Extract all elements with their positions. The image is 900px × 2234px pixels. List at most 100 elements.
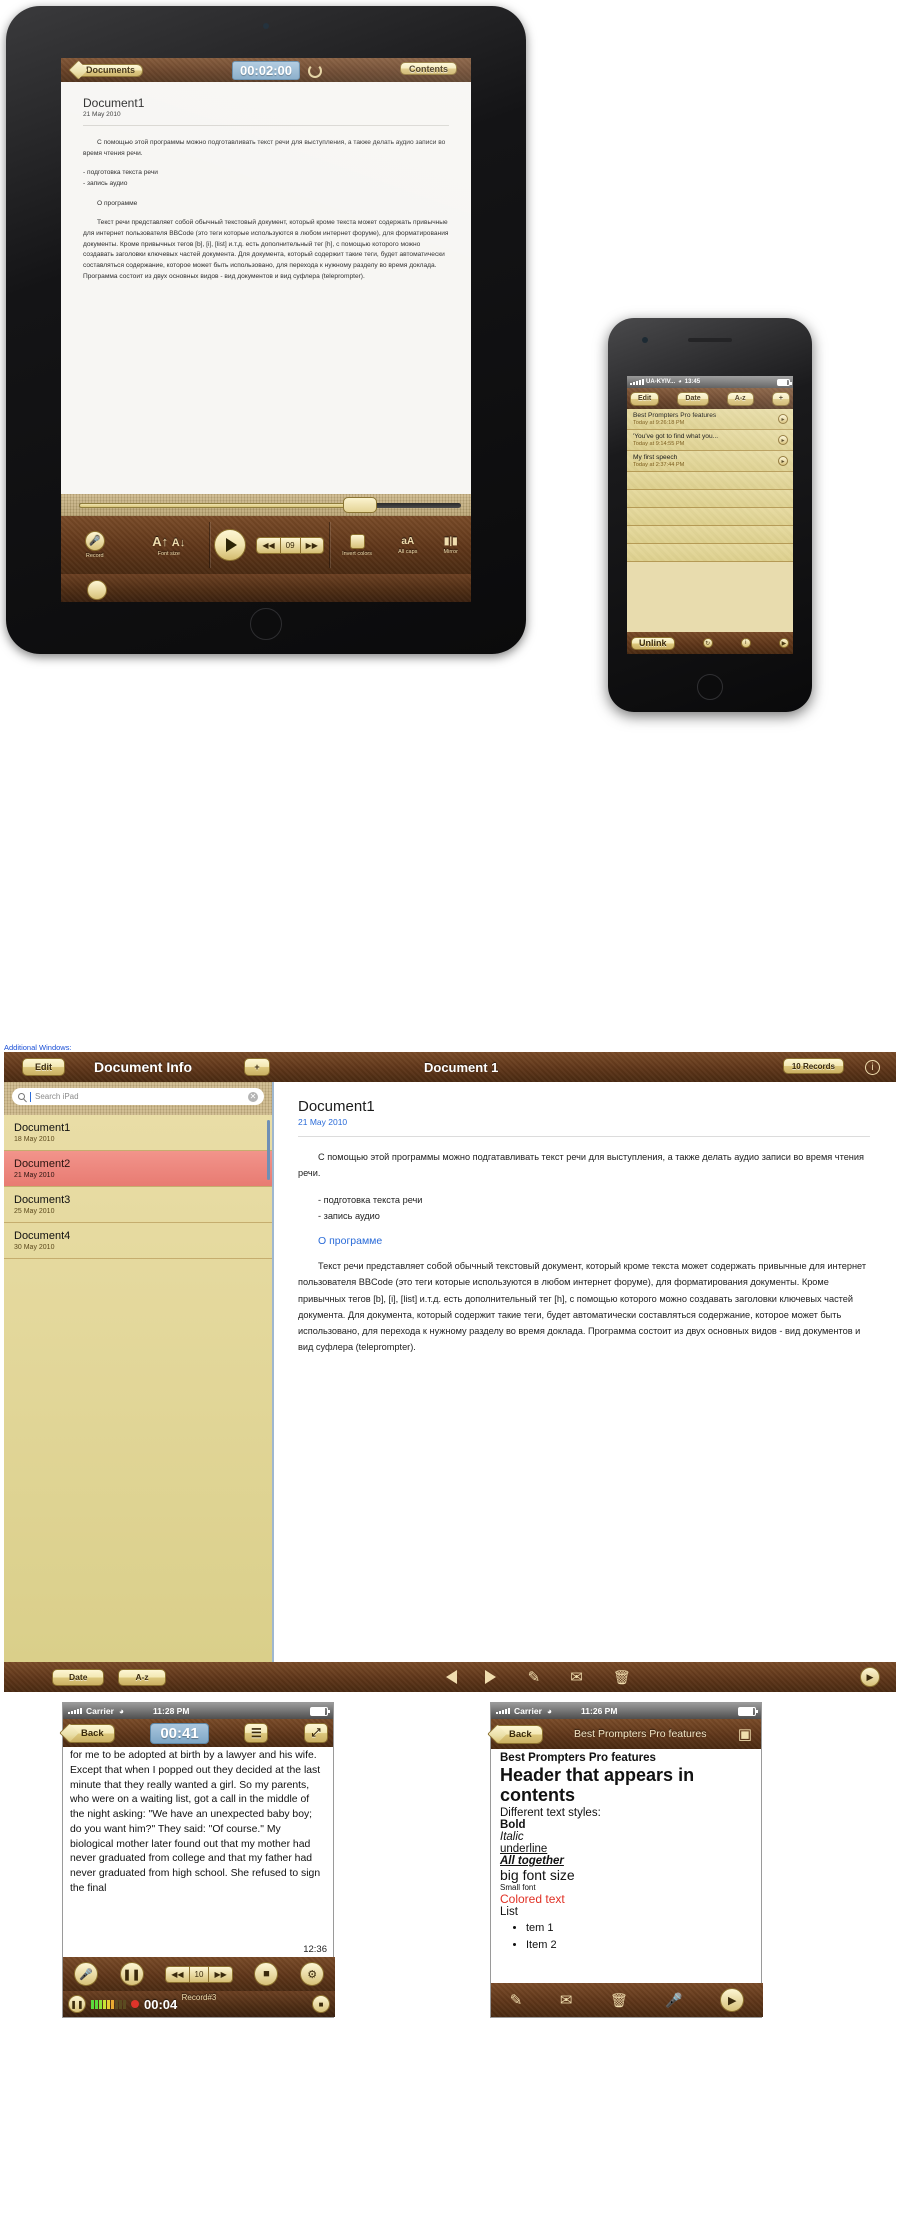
forward-arrow-icon[interactable]: ▶ <box>778 638 789 648</box>
document-paragraph-2: - подготовка текста речи - запись аудио <box>318 1195 423 1222</box>
add-button[interactable]: + <box>771 391 790 406</box>
teleprompter-icon[interactable]: ▣ <box>738 1725 752 1743</box>
play-button[interactable] <box>214 529 247 561</box>
chevron-right-icon[interactable]: ▸ <box>778 414 788 424</box>
contents-button[interactable]: Contents <box>400 62 457 75</box>
forward-icon[interactable]: ▶▶ <box>300 537 323 553</box>
clear-icon[interactable]: ✕ <box>248 1091 258 1102</box>
records-badge[interactable]: 10 Records <box>782 1058 844 1074</box>
list-item[interactable]: 'You've got to find what you... Today at… <box>627 430 793 451</box>
sort-date-button[interactable]: Date <box>677 391 709 406</box>
bold-sample: Bold <box>500 1819 526 1832</box>
microphone-icon[interactable]: 🎤 <box>665 1992 682 2009</box>
document-heading: О программе <box>318 1235 383 1248</box>
slider-knob[interactable] <box>343 497 377 513</box>
gear-icon[interactable]: ⚙ <box>300 1962 325 1986</box>
documents-back-button[interactable]: Documents <box>77 63 144 77</box>
list-icon[interactable]: ☰ <box>244 1723 269 1743</box>
list-item[interactable]: Document4 30 May 2010 <box>4 1223 272 1259</box>
fullscreen-icon[interactable]: ⤢ <box>303 1723 328 1743</box>
info-icon[interactable]: i <box>865 1060 880 1075</box>
stop-icon[interactable]: ■ <box>254 1962 279 1986</box>
footer-date-button[interactable]: Date <box>52 1668 105 1686</box>
list-empty-row <box>627 526 793 544</box>
list-item[interactable]: Document1 18 May 2010 <box>4 1115 272 1151</box>
speed-value: 10 <box>189 1966 210 1982</box>
speed-stepper[interactable]: ◀◀ 09 ▶▶ <box>256 536 324 554</box>
list-item[interactable]: Document3 25 May 2010 <box>4 1187 272 1223</box>
list-item[interactable]: Best Prompters Pro features Today at 9:2… <box>627 409 793 430</box>
documents-back-label: Documents <box>86 65 136 75</box>
edit-pencil-icon[interactable]: ✎ <box>510 1991 523 2009</box>
list-item-selected[interactable]: Document2 21 May 2010 <box>4 1151 272 1187</box>
forward-icon[interactable]: ▶▶ <box>209 1966 232 1982</box>
carrier-label: UA-KYIV... <box>646 379 676 385</box>
font-size-control[interactable]: A↑ A↓ Font size <box>152 534 185 557</box>
iphone-home-button[interactable] <box>697 674 723 700</box>
footer-date-label: Date <box>69 1672 88 1682</box>
record-button[interactable]: 🎤 Record <box>84 531 105 559</box>
list-item[interactable]: My first speech Today at 2:37:44 PM ▸ <box>627 451 793 472</box>
mirror-button[interactable]: ▮|▮ Mirror <box>444 536 458 555</box>
search-input[interactable]: Search iPad ✕ <box>12 1088 264 1105</box>
signal-icon <box>630 379 644 385</box>
docwin-sidebar: Search iPad ✕ Document1 18 May 2010 Docu… <box>4 1082 272 1662</box>
chevron-right-icon[interactable]: ▸ <box>778 456 788 466</box>
docwin-add-button[interactable]: + <box>244 1058 270 1076</box>
timer-display[interactable]: 00:41 <box>150 1722 209 1744</box>
edit-button[interactable]: Edit <box>630 391 660 406</box>
unlink-button[interactable]: Unlink <box>631 636 675 650</box>
list-empty-row <box>627 508 793 526</box>
clock-label: 12:36 <box>303 1944 327 1955</box>
ipad-home-button[interactable] <box>250 608 282 640</box>
trash-icon[interactable]: 🗑 <box>610 1992 628 2009</box>
rewind-icon[interactable]: ◀◀ <box>257 537 281 553</box>
previous-arrow-icon[interactable] <box>445 1670 457 1684</box>
docwin-center-title: Document 1 <box>424 1059 499 1075</box>
docwin-edit-button[interactable]: Edit <box>22 1058 65 1076</box>
iphone-navbar: Edit Date A-z + <box>627 388 793 409</box>
phone-right-screenshot: Carrier ◕ 11:26 PM Back Best Prompters P… <box>490 1702 763 2018</box>
play-circle-icon[interactable]: ▶ <box>860 1667 880 1687</box>
sort-az-button[interactable]: A-z <box>726 391 754 406</box>
wifi-icon: ◕ <box>546 1706 553 1716</box>
info-icon[interactable]: i <box>740 638 751 648</box>
footer-az-button[interactable]: A-z <box>118 1668 166 1686</box>
edit-pencil-icon[interactable]: ✎ <box>528 1668 541 1686</box>
reload-icon[interactable] <box>308 64 322 78</box>
document-date: 21 May 2010 <box>298 1117 348 1127</box>
phone-right-footer: ✎ ✉ 🗑 🎤 ▶ <box>491 1983 763 2017</box>
list-item: Item 2 <box>526 1937 742 1954</box>
trash-icon[interactable]: 🗑 <box>613 1669 631 1686</box>
invert-colors-icon <box>349 533 365 549</box>
refresh-icon[interactable]: ↻ <box>702 638 713 648</box>
chevron-right-icon[interactable]: ▸ <box>778 435 788 445</box>
speed-stepper[interactable]: ◀◀ 10 ▶▶ <box>165 1965 233 1983</box>
record-dot-icon[interactable] <box>87 580 107 600</box>
microphone-icon: 🎤 <box>84 531 105 551</box>
all-caps-button[interactable]: aA All caps <box>398 536 417 555</box>
back-button[interactable]: Back <box>68 1723 115 1743</box>
ipad-timer[interactable]: 00:02:00 <box>231 61 301 80</box>
toolbar-group-playback: ◀◀ 09 ▶▶ <box>209 516 329 574</box>
scrollbar[interactable] <box>267 1120 270 1180</box>
back-label: Back <box>81 1727 104 1739</box>
next-arrow-icon[interactable] <box>484 1670 496 1684</box>
back-label: Back <box>509 1728 532 1740</box>
microphone-icon[interactable]: 🎤 <box>73 1962 98 1986</box>
back-button[interactable]: Back <box>496 1724 543 1744</box>
search-placeholder: Search iPad <box>35 1092 79 1101</box>
invert-colors-button[interactable]: Invert colors <box>342 533 372 557</box>
font-decrease-icon[interactable]: A↓ <box>172 537 185 549</box>
font-increase-icon[interactable]: A↑ <box>152 534 168 549</box>
rewind-icon[interactable]: ◀◀ <box>166 1966 190 1982</box>
scroll-slider[interactable] <box>61 494 471 516</box>
list-item-date: 25 May 2010 <box>14 1208 55 1215</box>
mail-icon[interactable]: ✉ <box>570 1668 583 1686</box>
pause-icon[interactable]: ❚❚ <box>119 1962 144 1986</box>
search-icon <box>18 1093 25 1100</box>
edit-label: Edit <box>638 395 652 402</box>
teleprompter-text: for me to be adopted at birth by a lawye… <box>70 1750 321 1894</box>
play-circle-icon[interactable]: ▶ <box>720 1988 745 2012</box>
mail-icon[interactable]: ✉ <box>560 1991 573 2009</box>
